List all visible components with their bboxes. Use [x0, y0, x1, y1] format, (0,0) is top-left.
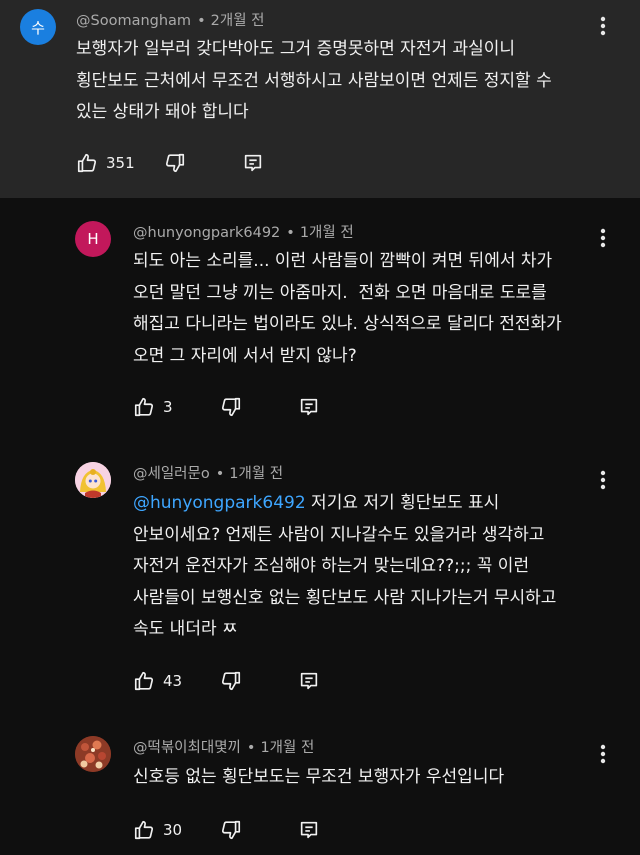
dislike-button[interactable]	[164, 150, 186, 176]
separator-dot: •	[286, 225, 295, 241]
anime-avatar-icon	[75, 462, 111, 498]
separator-dot: •	[246, 740, 256, 756]
separator-dot: •	[215, 466, 225, 482]
reply-comment-icon	[298, 396, 320, 418]
like-button[interactable]: 43	[133, 668, 182, 694]
comment-line: 보행자가 일부러 갖다박아도 그거 증명못하면 자전거 과실이니	[76, 39, 516, 59]
dislike-button[interactable]	[220, 668, 242, 694]
like-count: 43	[163, 672, 183, 690]
like-button[interactable]: 3	[133, 394, 173, 420]
comment-line: 속도 내더라 ㅉ	[133, 619, 238, 639]
reply-button[interactable]	[242, 150, 264, 176]
food-avatar-icon	[75, 736, 111, 772]
thumbs-down-icon	[220, 396, 242, 418]
reply-comment-icon	[242, 152, 264, 174]
comment-thread-soomangham: 수 @Soomangham • 2개월 전 보행자가 일부러 갖다박아도 그거 증명…	[0, 0, 640, 198]
comment-line: 오면 그 자리에 서서 받지 않나?	[133, 345, 357, 366]
comment-reply-sailormoon: @세일러문o • 1개월 전 @hunyongpark6492 저기요 저기 횡단보…	[0, 448, 640, 708]
like-count: 351	[106, 154, 135, 172]
like-count: 3	[163, 398, 173, 416]
comment-reply-hunyongpark: H @hunyongpark6492 • 1개월 전 되도 아는 소리를... 이런…	[0, 198, 640, 448]
comment-text: 보행자가 일부러 갖다박아도 그거 증명못하면 자전거 과실이니횡단보도 근처에…	[76, 34, 552, 129]
more-vertical-icon[interactable]	[593, 226, 613, 250]
separator-dot: •	[197, 13, 206, 29]
avatar[interactable]: H	[75, 221, 111, 257]
reply-button[interactable]	[298, 817, 320, 843]
thumbs-down-icon	[220, 819, 242, 841]
avatar[interactable]	[75, 462, 111, 498]
comment-line: 해집고 다니라는 법이라도 있냐. 상식적으로 달리다 전전화가	[133, 314, 562, 334]
thumbs-up-icon	[76, 152, 98, 174]
comment-line: 자전거 운전자가 조심해야 하는거 맞는데요??;;; 꼭 이런	[133, 556, 530, 576]
comment-time[interactable]: 1개월 전	[260, 740, 314, 756]
author-name[interactable]: @hunyongpark6492	[133, 225, 280, 241]
comment-line: 되도 아는 소리를... 이런 사람들이 깜빡이 켜면 뒤에서 차가	[133, 251, 553, 271]
comment-text: 되도 아는 소리를... 이런 사람들이 깜빡이 켜면 뒤에서 차가오던 말던 …	[133, 246, 562, 372]
reply-comment-icon	[298, 670, 320, 692]
comment-line: 오던 말던 그냥 끼는 아줌마지. 전화 오면 마음대로 도로를	[133, 282, 547, 303]
dislike-button[interactable]	[220, 817, 242, 843]
comment-line: 사람들이 보행신호 없는 횡단보도 사람 지나가는거 무시하고	[133, 587, 557, 608]
thumbs-down-icon	[220, 670, 242, 692]
author-name[interactable]: @Soomangham	[76, 13, 191, 29]
comment-line: 횡단보도 근처에서 무조건 서행하시고 사람보이면 언제든 정지할 수	[76, 70, 552, 91]
reply-button[interactable]	[298, 394, 320, 420]
comment-time[interactable]: 2개월 전	[211, 13, 265, 29]
like-button[interactable]: 351	[76, 150, 135, 176]
comment-time[interactable]: 1개월 전	[300, 225, 354, 241]
comment-header: @hunyongpark6492 • 1개월 전	[133, 221, 354, 242]
thumbs-down-icon	[164, 152, 186, 174]
more-vertical-icon[interactable]	[593, 742, 613, 766]
avatar[interactable]: 수	[20, 9, 56, 45]
comment-first-line: @hunyongpark6492 저기요 저기 횡단보도 표시	[133, 488, 556, 520]
author-name[interactable]: @세일러문o	[133, 466, 210, 482]
comment-text: @hunyongpark6492 저기요 저기 횡단보도 표시안보이세요? 언제…	[133, 488, 556, 646]
thumbs-up-icon	[133, 819, 155, 841]
avatar-letter: H	[87, 230, 99, 248]
comment-header: @떡볶이최대몇끼 • 1개월 전	[133, 736, 314, 757]
more-vertical-icon[interactable]	[593, 468, 613, 492]
reply-button[interactable]	[298, 668, 320, 694]
comment-text: 신호등 없는 횡단보도는 무조건 보행자가 우선입니다	[133, 762, 504, 794]
avatar-letter: 수	[31, 18, 45, 37]
comment-reply-tteokbokki: @떡볶이최대몇끼 • 1개월 전 신호등 없는 횡단보도는 무조건 보행자가 우선입…	[0, 722, 640, 855]
avatar[interactable]	[75, 736, 111, 772]
comment-line: 있는 상태가 돼야 합니다	[76, 102, 249, 122]
comment-line: 안보이세요? 언제든 사람이 지나갈수도 있을거라 생각하고	[133, 524, 545, 545]
comment-line-rest: 저기요 저기 횡단보도 표시	[305, 493, 500, 513]
author-name[interactable]: @떡볶이최대몇끼	[133, 740, 241, 756]
more-vertical-icon[interactable]	[593, 14, 613, 38]
comment-line: 신호등 없는 횡단보도는 무조건 보행자가 우선입니다	[133, 767, 505, 787]
dislike-button[interactable]	[220, 394, 242, 420]
mention-link[interactable]: @hunyongpark6492	[133, 493, 306, 513]
comment-header: @Soomangham • 2개월 전	[76, 9, 264, 30]
comment-header: @세일러문o • 1개월 전	[133, 462, 283, 483]
like-button[interactable]: 30	[133, 817, 182, 843]
like-count: 30	[163, 821, 183, 839]
thumbs-up-icon	[133, 396, 155, 418]
reply-comment-icon	[298, 819, 320, 841]
comment-time[interactable]: 1개월 전	[229, 466, 283, 482]
thumbs-up-icon	[133, 670, 155, 692]
